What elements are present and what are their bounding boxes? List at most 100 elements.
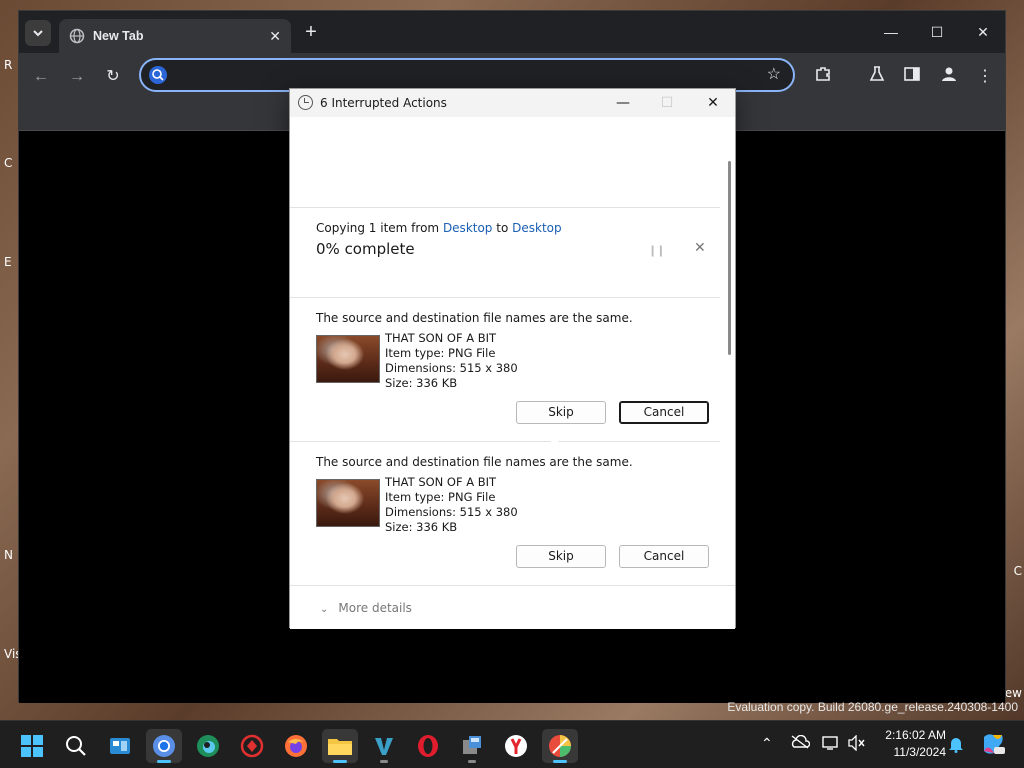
- dialog-footer: ⌄ More details: [290, 585, 735, 629]
- progress-percent: 0% complete: [316, 240, 415, 258]
- dialog-body: Copying 1 item from Desktop to Desktop 0…: [290, 117, 735, 585]
- active-indicator: [333, 760, 347, 763]
- app-colorful-icon[interactable]: [542, 729, 578, 763]
- search-icon[interactable]: [58, 729, 94, 763]
- onedrive-icon[interactable]: [790, 734, 811, 752]
- search-icon: [149, 66, 167, 84]
- file-size: Size: 336 KB: [385, 520, 458, 534]
- clock-icon: [298, 95, 313, 110]
- edge-icon[interactable]: [190, 729, 226, 763]
- active-indicator: [157, 760, 171, 763]
- copilot-icon[interactable]: [980, 731, 1006, 760]
- volume-muted-icon[interactable]: [848, 734, 866, 754]
- active-indicator: [553, 760, 567, 763]
- back-arrow-icon[interactable]: ←: [29, 65, 53, 89]
- file-type: Item type: PNG File: [385, 346, 496, 360]
- cancel-button[interactable]: Cancel: [619, 401, 709, 424]
- file-operation-dialog: 6 Interrupted Actions — ☐ ✕ Copying 1 it…: [289, 88, 736, 629]
- operation-prefix: Copying 1 item from: [316, 221, 443, 235]
- tab-search-button[interactable]: [25, 20, 51, 46]
- divider: [290, 297, 720, 298]
- minimize-button[interactable]: —: [871, 19, 911, 45]
- file-explorer-icon[interactable]: [322, 729, 358, 763]
- more-details-label: More details: [338, 601, 412, 615]
- extensions-icon[interactable]: [811, 65, 835, 89]
- tab-close-icon[interactable]: ✕: [269, 28, 281, 45]
- file-dimensions: Dimensions: 515 x 380: [385, 361, 518, 375]
- more-menu-icon[interactable]: ⋮: [973, 65, 997, 89]
- desktop-label-fragment: R: [4, 58, 13, 72]
- divider: [290, 207, 720, 208]
- file-name: THAT SON OF A BIT: [385, 331, 497, 345]
- labs-flask-icon[interactable]: [865, 65, 889, 89]
- pause-icon[interactable]: ❙❙: [648, 244, 665, 257]
- address-input[interactable]: [173, 64, 753, 86]
- profile-icon[interactable]: [937, 65, 961, 89]
- file-type: Item type: PNG File: [385, 490, 496, 504]
- taskbar: ⌃ 2:16:02 AM 11/3/2024: [0, 720, 1024, 768]
- start-icon[interactable]: [14, 729, 50, 763]
- destination-link[interactable]: Desktop: [512, 221, 562, 235]
- side-panel-icon[interactable]: [900, 65, 924, 89]
- conflict-message: The source and destination file names ar…: [316, 455, 633, 469]
- maximize-button[interactable]: ☐: [917, 19, 957, 45]
- divider: [290, 441, 720, 442]
- reload-icon[interactable]: ↻: [101, 65, 125, 89]
- clock-date: 11/3/2024: [893, 745, 947, 759]
- cancel-operation-icon[interactable]: ✕: [694, 240, 706, 256]
- dialog-titlebar[interactable]: 6 Interrupted Actions — ☐ ✕: [290, 89, 735, 117]
- address-bar[interactable]: ☆: [139, 58, 795, 92]
- desktop-label-fragment: ew: [1004, 686, 1022, 700]
- opera-icon[interactable]: [410, 729, 446, 763]
- running-indicator: [380, 760, 388, 763]
- tab-title: New Tab: [93, 29, 144, 43]
- app-red-icon[interactable]: [234, 729, 270, 763]
- visual-studio-icon[interactable]: [366, 729, 402, 763]
- desktop-label-fragment: C: [4, 156, 13, 170]
- globe-icon: [69, 28, 85, 44]
- clock-time: 2:16:02 AM: [885, 728, 946, 742]
- chrome-icon[interactable]: [146, 729, 182, 763]
- yandex-icon[interactable]: [498, 729, 534, 763]
- bookmark-star-icon[interactable]: ☆: [767, 64, 781, 84]
- evaluation-watermark: Evaluation copy. Build 26080.ge_release.…: [727, 700, 1018, 714]
- tab-strip: New Tab ✕ + — ☐ ✕: [19, 11, 1005, 53]
- chevron-down-icon: [33, 30, 43, 37]
- tab-new-tab[interactable]: New Tab ✕: [59, 19, 291, 53]
- skip-button[interactable]: Skip: [516, 401, 606, 424]
- operation-description: Copying 1 item from Desktop to Desktop: [316, 221, 562, 235]
- dialog-maximize-button: ☐: [660, 95, 674, 111]
- chevron-down-icon: ⌄: [320, 604, 329, 615]
- skip-button[interactable]: Skip: [516, 545, 606, 568]
- forward-arrow-icon[interactable]: →: [65, 65, 89, 89]
- new-tab-button[interactable]: +: [299, 21, 323, 45]
- app-tools-icon[interactable]: [454, 729, 490, 763]
- notification-bell-icon[interactable]: [948, 735, 964, 756]
- firefox-icon[interactable]: [278, 729, 314, 763]
- dialog-scrollbar[interactable]: [728, 161, 731, 355]
- file-info: THAT SON OF A BIT Item type: PNG File Di…: [385, 331, 518, 391]
- file-dimensions: Dimensions: 515 x 380: [385, 505, 518, 519]
- network-icon[interactable]: [822, 735, 840, 754]
- tray-overflow-chevron-icon[interactable]: ⌃: [761, 735, 773, 752]
- file-thumbnail: [316, 335, 380, 383]
- file-info: THAT SON OF A BIT Item type: PNG File Di…: [385, 475, 518, 535]
- desktop-label-fragment: E: [4, 255, 12, 269]
- source-link[interactable]: Desktop: [443, 221, 493, 235]
- dialog-minimize-button[interactable]: —: [604, 91, 642, 115]
- operation-middle: to: [492, 221, 513, 235]
- running-indicator: [468, 760, 476, 763]
- more-details-toggle[interactable]: ⌄ More details: [320, 601, 412, 615]
- conflict-message: The source and destination file names ar…: [316, 311, 633, 325]
- desktop-label-fragment: N: [4, 548, 13, 562]
- desktop-label-fragment: C: [1013, 564, 1022, 578]
- dialog-close-button[interactable]: ✕: [694, 91, 732, 115]
- file-thumbnail: [316, 479, 380, 527]
- cancel-button[interactable]: Cancel: [619, 545, 709, 568]
- file-size: Size: 336 KB: [385, 376, 458, 390]
- widgets-icon[interactable]: [102, 729, 138, 763]
- system-clock[interactable]: 2:16:02 AM 11/3/2024: [885, 727, 946, 761]
- file-name: THAT SON OF A BIT: [385, 475, 497, 489]
- dialog-title: 6 Interrupted Actions: [320, 96, 447, 110]
- close-button[interactable]: ✕: [963, 19, 1003, 45]
